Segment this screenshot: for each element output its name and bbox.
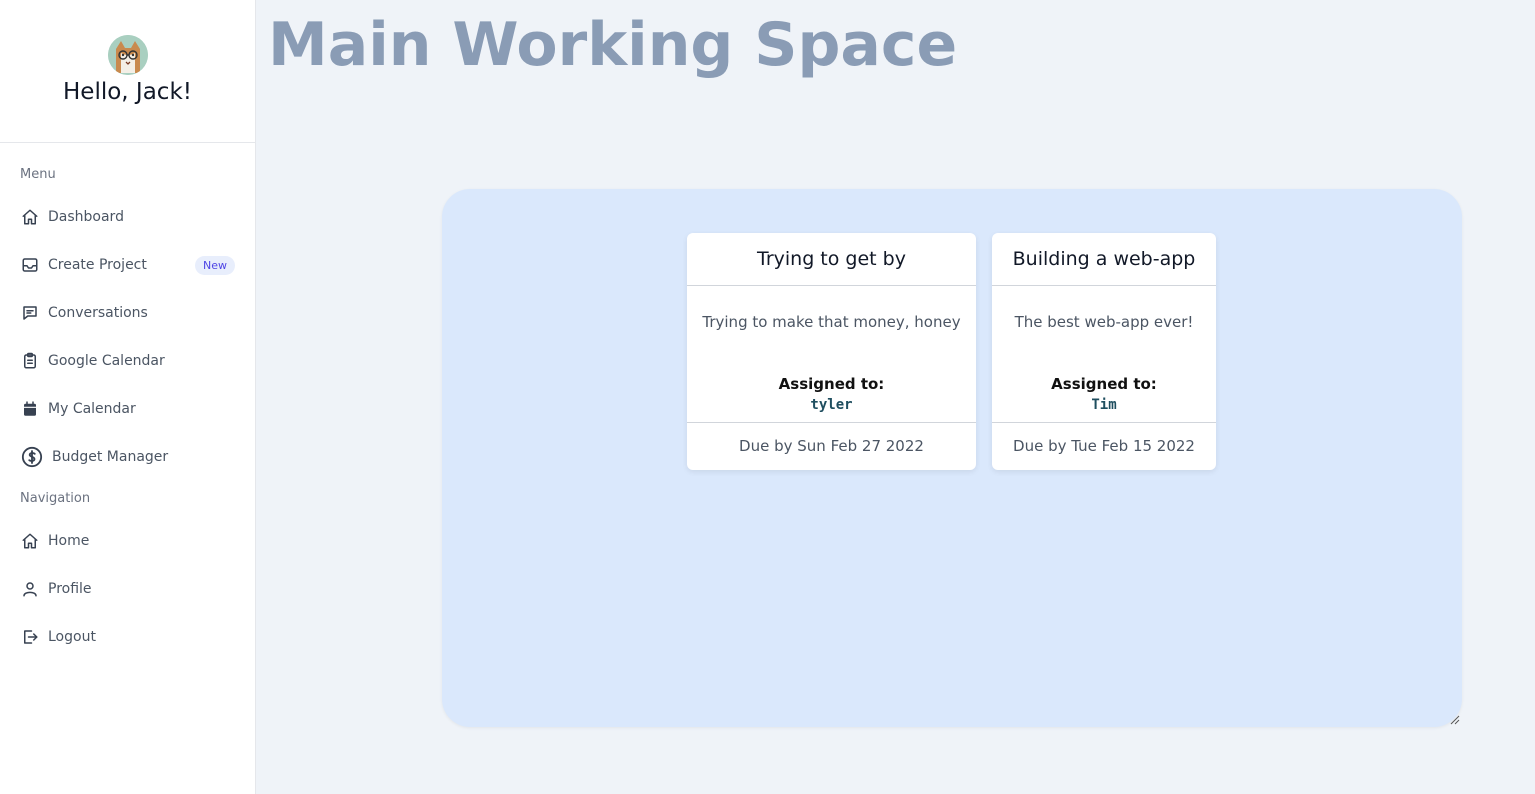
logout-icon xyxy=(20,627,40,647)
sidebar-item-logout[interactable]: Logout xyxy=(20,623,235,651)
chat-icon xyxy=(20,303,40,323)
clipboard-icon xyxy=(20,351,40,371)
sidebar-item-dashboard[interactable]: Dashboard xyxy=(20,203,235,231)
avatar[interactable] xyxy=(107,35,148,75)
sidebar-item-label: Profile xyxy=(48,581,92,597)
card-assigned-label: Assigned to: xyxy=(778,375,885,393)
sidebar: Hello, Jack! Menu Dashboard Create Proje… xyxy=(0,0,256,794)
sidebar-item-budget-manager[interactable]: Budget Manager xyxy=(20,443,235,471)
sidebar-item-conversations[interactable]: Conversations xyxy=(20,299,235,327)
card-assignee: Tim xyxy=(1091,397,1117,413)
project-card[interactable]: Building a web-app The best web-app ever… xyxy=(992,233,1216,470)
card-description: The best web-app ever! xyxy=(1014,313,1194,331)
calendar-icon xyxy=(20,399,40,419)
card-title: Trying to get by xyxy=(687,233,976,286)
card-assigned-label: Assigned to: xyxy=(1051,375,1157,393)
sidebar-item-label: Conversations xyxy=(48,305,148,321)
inbox-icon xyxy=(20,255,40,275)
user-icon xyxy=(20,579,40,599)
resize-handle-icon[interactable] xyxy=(1450,715,1460,725)
sidebar-item-label: Logout xyxy=(48,629,96,645)
sidebar-item-home[interactable]: Home xyxy=(20,527,235,555)
sidebar-item-label: Budget Manager xyxy=(52,449,169,465)
sidebar-item-label: Home xyxy=(48,533,90,549)
sidebar-item-label: Create Project xyxy=(48,257,147,273)
dollar-icon xyxy=(20,446,44,468)
card-title: Building a web-app xyxy=(992,233,1216,286)
sidebar-item-my-calendar[interactable]: My Calendar xyxy=(20,395,235,423)
page-title: Main Working Space xyxy=(268,10,958,80)
card-due-date: Due by Sun Feb 27 2022 xyxy=(687,422,976,470)
greeting: Hello, Jack! xyxy=(63,79,192,105)
sidebar-item-label: My Calendar xyxy=(48,401,136,417)
sidebar-item-profile[interactable]: Profile xyxy=(20,575,235,603)
project-card[interactable]: Trying to get by Trying to make that mon… xyxy=(687,233,976,470)
sidebar-item-label: Google Calendar xyxy=(48,353,165,369)
card-assignee: tyler xyxy=(810,397,853,413)
sidebar-item-google-calendar[interactable]: Google Calendar xyxy=(20,347,235,375)
profile-section: Hello, Jack! xyxy=(0,0,255,143)
card-due-date: Due by Tue Feb 15 2022 xyxy=(992,422,1216,470)
sidebar-item-label: Dashboard xyxy=(48,209,124,225)
navigation-section-label: Navigation xyxy=(20,491,91,506)
home-icon xyxy=(20,531,40,551)
home-icon xyxy=(20,207,40,227)
menu-section-label: Menu xyxy=(20,167,56,182)
new-badge: New xyxy=(195,255,235,275)
card-description: Trying to make that money, honey xyxy=(702,313,961,331)
sidebar-item-create-project[interactable]: Create Project New xyxy=(20,251,235,279)
